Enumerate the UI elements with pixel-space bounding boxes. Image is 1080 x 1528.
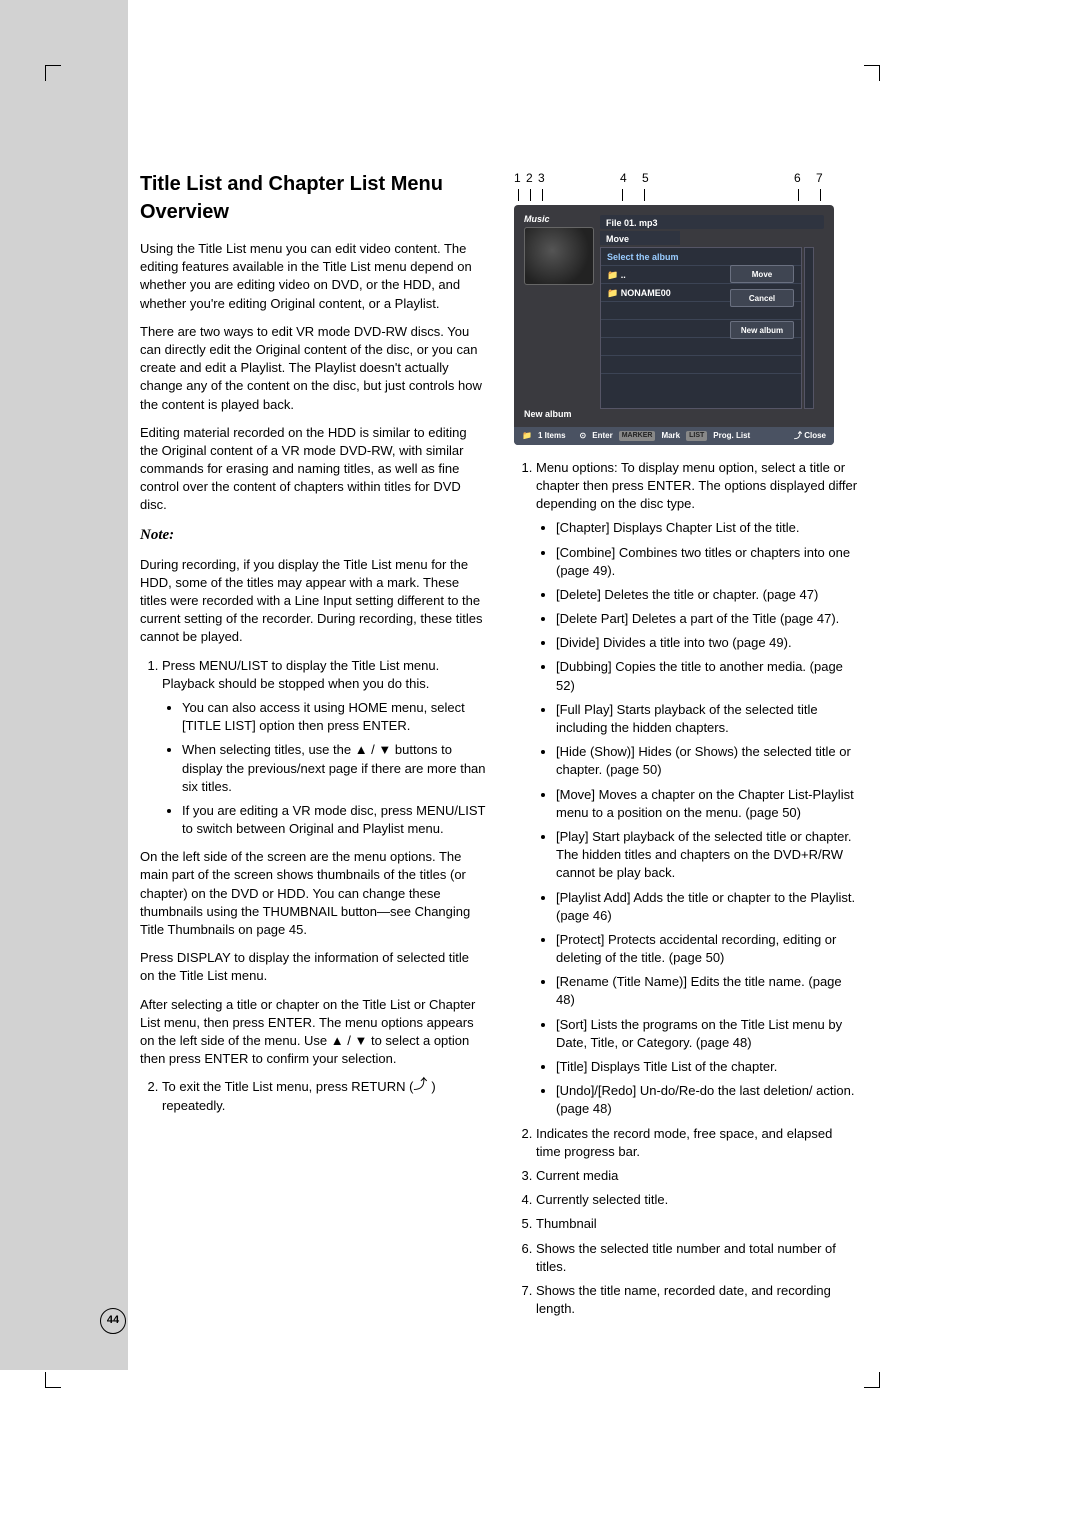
step-1: Press MENU/LIST to display the Title Lis… — [162, 657, 486, 839]
scrollbar — [804, 247, 814, 409]
crop-mark — [45, 65, 61, 81]
folder-icon: 📁 — [522, 430, 532, 441]
option: [Sort] Lists the programs on the Title L… — [556, 1016, 860, 1052]
close-label: ⤴ Close — [794, 430, 826, 441]
callout: 6 — [794, 170, 816, 187]
paragraph: On the left side of the screen are the m… — [140, 848, 486, 939]
callout-numbers: 1 2 3 4 5 6 7 — [514, 170, 860, 187]
option: [Protect] Protects accidental recording,… — [556, 931, 860, 967]
right-column: 1 2 3 4 5 6 7 Music HDD File 01. mp3 — [514, 170, 860, 1328]
option: [Delete Part] Deletes a part of the Titl… — [556, 610, 860, 628]
steps-list: Press MENU/LIST to display the Title Lis… — [140, 657, 486, 839]
step-text: Press MENU/LIST to display the Title Lis… — [162, 658, 439, 691]
callout: 7 — [816, 170, 823, 187]
screenshot-footer: 📁 1 Items ⊙ Enter MARKER Mark LIST Prog.… — [514, 427, 834, 445]
file-name: File 01. mp3 — [600, 215, 824, 229]
option: [Playlist Add] Adds the title or chapter… — [556, 889, 860, 925]
option: [Play] Start playback of the selected ti… — [556, 828, 860, 883]
note-heading: Note: — [140, 525, 486, 546]
prog-list-label: Prog. List — [713, 430, 750, 441]
panel-row — [601, 374, 801, 392]
mark-label: Mark — [661, 430, 680, 441]
crop-mark — [45, 1372, 61, 1388]
paragraph: Press DISPLAY to display the information… — [140, 949, 486, 985]
enter-label: Enter — [592, 430, 612, 441]
callout-item-4: Currently selected title. — [536, 1191, 860, 1209]
panel-header: Select the album — [601, 248, 801, 266]
music-label: Music — [524, 213, 550, 226]
marker-tag: MARKER — [619, 431, 656, 441]
crop-mark — [864, 65, 880, 81]
thumbnail — [524, 227, 594, 285]
steps-list: To exit the Title List menu, press RETUR… — [140, 1078, 486, 1114]
callout: 3 — [538, 170, 620, 187]
cancel-button: Cancel — [730, 289, 794, 307]
option: [Chapter] Displays Chapter List of the t… — [556, 519, 860, 537]
new-album-button: New album — [730, 321, 794, 339]
return-icon — [413, 1079, 431, 1091]
items-count: 1 Items — [538, 430, 566, 441]
new-album-label: New album — [524, 408, 572, 421]
step-2: To exit the Title List menu, press RETUR… — [162, 1078, 486, 1114]
option: [Hide (Show)] Hides (or Shows) the selec… — [556, 743, 860, 779]
callout-item-3: Current media — [536, 1167, 860, 1185]
panel-row — [601, 356, 801, 374]
callout-item-1: Menu options: To display menu option, se… — [536, 459, 860, 1119]
option: [Divide] Divides a title into two (page … — [556, 634, 860, 652]
bullet: If you are editing a VR mode disc, press… — [182, 802, 486, 838]
note-body: During recording, if you display the Tit… — [140, 556, 486, 647]
callout: 1 — [514, 170, 526, 187]
move-button: Move — [730, 265, 794, 283]
callout-item-7: Shows the title name, recorded date, and… — [536, 1282, 860, 1318]
callout-text: Menu options: To display menu option, se… — [536, 460, 857, 511]
option: [Rename (Title Name)] Edits the title na… — [556, 973, 860, 1009]
step-1-bullets: You can also access it using HOME menu, … — [162, 699, 486, 838]
screenshot-mock: Music HDD File 01. mp3 Move Select the a… — [514, 205, 834, 445]
screenshot-figure: 1 2 3 4 5 6 7 Music HDD File 01. mp3 — [514, 170, 860, 445]
left-margin-band — [0, 0, 128, 1370]
step-text: To exit the Title List menu, press RETUR… — [162, 1079, 413, 1094]
menu-options-list: [Chapter] Displays Chapter List of the t… — [536, 519, 860, 1118]
panel-row — [601, 338, 801, 356]
option: [Delete] Deletes the title or chapter. (… — [556, 586, 860, 604]
bullet: You can also access it using HOME menu, … — [182, 699, 486, 735]
option: [Title] Displays Title List of the chapt… — [556, 1058, 860, 1076]
page-content: Title List and Chapter List Menu Overvie… — [140, 170, 860, 1328]
callout: 4 — [620, 170, 642, 187]
left-column: Title List and Chapter List Menu Overvie… — [140, 170, 486, 1328]
crop-mark — [864, 1372, 880, 1388]
paragraph: Using the Title List menu you can edit v… — [140, 240, 486, 313]
page-number: 44 — [100, 1308, 126, 1334]
callout-item-2: Indicates the record mode, free space, a… — [536, 1125, 860, 1161]
callout-item-6: Shows the selected title number and tota… — [536, 1240, 860, 1276]
option: [Move] Moves a chapter on the Chapter Li… — [556, 786, 860, 822]
bullet: When selecting titles, use the ▲ / ▼ but… — [182, 741, 486, 796]
option: [Full Play] Starts playback of the selec… — [556, 701, 860, 737]
callout: 2 — [526, 170, 538, 187]
callout-item-5: Thumbnail — [536, 1215, 860, 1233]
move-label: Move — [600, 231, 680, 245]
paragraph: After selecting a title or chapter on th… — [140, 996, 486, 1069]
option: [Combine] Combines two titles or chapter… — [556, 544, 860, 580]
callout-list: Menu options: To display menu option, se… — [514, 459, 860, 1319]
option: [Dubbing] Copies the title to another me… — [556, 658, 860, 694]
page-title: Title List and Chapter List Menu Overvie… — [140, 170, 486, 226]
paragraph: There are two ways to edit VR mode DVD-R… — [140, 323, 486, 414]
callout: 5 — [642, 170, 794, 187]
paragraph: Editing material recorded on the HDD is … — [140, 424, 486, 515]
list-tag: LIST — [686, 431, 707, 441]
option: [Undo]/[Redo] Un-do/Re-do the last delet… — [556, 1082, 860, 1118]
callout-lines — [514, 189, 860, 205]
